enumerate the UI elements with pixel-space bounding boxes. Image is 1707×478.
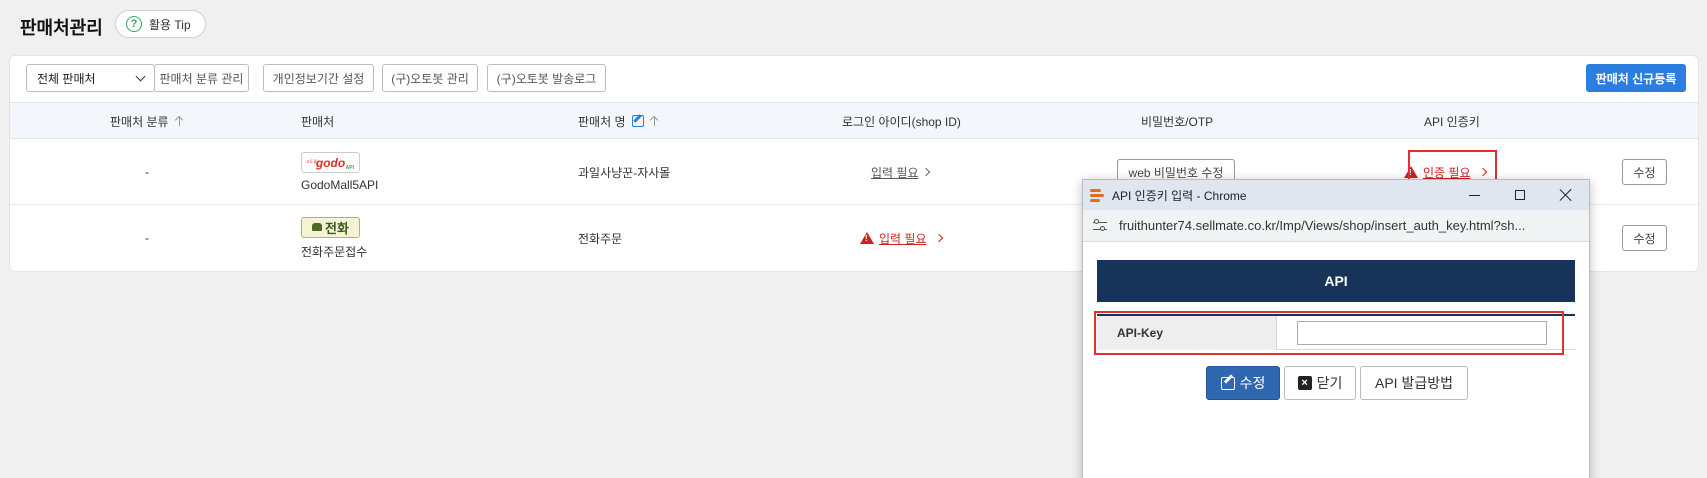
login-id-input-link[interactable]: 입력 필요 xyxy=(879,230,927,247)
seller-label: GodoMall5API xyxy=(301,178,379,192)
app-logo-icon xyxy=(1090,187,1106,203)
phone-icon xyxy=(312,223,323,231)
close-window-button[interactable] xyxy=(1543,180,1589,210)
godomall-logo: 고도몰 godo API xyxy=(301,152,360,173)
help-icon: ? xyxy=(126,16,142,32)
tip-label: 활용 Tip xyxy=(149,17,191,32)
edit-button[interactable]: 수정 xyxy=(1622,159,1667,185)
row-seller-name: 전화주문 xyxy=(578,231,623,246)
old-autobot-log-button[interactable]: (구)오토봇 발송로그 xyxy=(487,64,606,92)
popup-address-bar[interactable]: fruithunter74.sellmate.co.kr/Imp/Views/s… xyxy=(1083,210,1589,242)
seller-label: 전화주문접수 xyxy=(301,244,368,259)
popup-url: fruithunter74.sellmate.co.kr/Imp/Views/s… xyxy=(1119,218,1526,233)
header-login-id-label: 로그인 아이디(shop ID) xyxy=(842,114,961,129)
old-autobot-manage-button[interactable]: (구)오토봇 관리 xyxy=(382,64,478,92)
row-login-id[interactable]: 입력 필요 xyxy=(860,205,943,271)
chevron-right-icon xyxy=(921,167,930,177)
sort-up-icon xyxy=(650,115,660,127)
row-login-id[interactable]: 입력 필요 xyxy=(871,139,930,205)
maximize-icon xyxy=(1515,190,1525,200)
header-api-key-label: API 인증키 xyxy=(1424,114,1480,129)
seller-filter-value: 전체 판매처 xyxy=(37,71,96,86)
popup-title: API 인증키 입력 - Chrome xyxy=(1112,188,1247,203)
row-category: - xyxy=(145,231,149,245)
page-title: 판매처관리 xyxy=(20,18,103,38)
header-seller-label: 판매처 xyxy=(301,114,335,129)
edit-button[interactable]: 수정 xyxy=(1622,225,1667,251)
popup-header: API xyxy=(1097,260,1575,302)
header-api-key: API 인증키 xyxy=(1424,103,1480,139)
row-category: - xyxy=(145,165,149,179)
godomall-logo-small-text: 고도몰 xyxy=(306,159,318,164)
header-seller-name[interactable]: 판매처 명 xyxy=(578,103,660,139)
api-key-popup-window: API 인증키 입력 - Chrome fruithunter74.sellma… xyxy=(1082,179,1590,478)
row-edit: 수정 xyxy=(1622,205,1667,271)
seller-category-manage-button[interactable]: 판매처 분류 관리 xyxy=(154,64,249,92)
header-seller-name-label: 판매처 명 xyxy=(578,114,626,129)
site-info-icon[interactable] xyxy=(1093,218,1107,232)
api-key-field-highlight-box xyxy=(1094,311,1564,355)
header-password-label: 비밀번호/OTP xyxy=(1141,114,1214,129)
godomall-logo-text: godo xyxy=(315,155,346,170)
save-button-label: 수정 xyxy=(1239,375,1266,391)
login-id-input-link[interactable]: 입력 필요 xyxy=(871,164,919,181)
warning-icon xyxy=(860,232,874,244)
row-seller: 고도몰 godo API GodoMall5API xyxy=(301,139,378,205)
header-password: 비밀번호/OTP xyxy=(1141,103,1213,139)
close-icon xyxy=(1559,188,1573,202)
sort-up-icon xyxy=(175,115,185,127)
header-seller: 판매처 xyxy=(301,103,334,139)
close-box-icon: × xyxy=(1297,376,1312,390)
maximize-button[interactable] xyxy=(1497,180,1543,210)
new-seller-register-button[interactable]: 판매처 신규등록 xyxy=(1586,64,1686,92)
save-button[interactable]: 수정 xyxy=(1206,366,1280,400)
chevron-down-icon xyxy=(135,71,146,81)
edit-icon xyxy=(1220,376,1235,390)
privacy-period-setting-button[interactable]: 개인정보기간 설정 xyxy=(263,64,374,92)
header-category-label: 판매처 분류 xyxy=(110,114,169,129)
minimize-icon xyxy=(1468,194,1480,196)
header-category[interactable]: 판매처 분류 xyxy=(110,103,185,139)
phone-logo-text: 전화 xyxy=(325,220,349,236)
chevron-right-icon xyxy=(934,233,943,243)
row-edit: 수정 xyxy=(1622,139,1667,205)
row-seller-name: 과일사냥꾼-자사몰 xyxy=(578,165,671,180)
phone-order-logo: 전화 xyxy=(301,216,360,238)
row-seller: 전화 전화주문접수 xyxy=(301,205,367,271)
seller-filter-select[interactable]: 전체 판매처 xyxy=(26,64,155,92)
godomall-logo-api-text: API xyxy=(345,165,354,171)
toolbar: 전체 판매처 판매처 분류 관리 개인정보기간 설정 (구)오토봇 관리 (구)… xyxy=(10,56,1698,102)
header-login-id: 로그인 아이디(shop ID) xyxy=(842,103,961,139)
api-issue-guide-button[interactable]: API 발급방법 xyxy=(1360,366,1468,400)
usage-tip-button[interactable]: ? 활용 Tip xyxy=(115,10,206,38)
edit-icon[interactable] xyxy=(631,115,644,127)
close-button[interactable]: × 닫기 xyxy=(1284,366,1356,400)
close-button-label: 닫기 xyxy=(1316,375,1343,391)
table-header: 판매처 분류 판매처 판매처 명 로그인 아이디(shop ID) 비밀번호/O… xyxy=(10,102,1698,139)
minimize-button[interactable] xyxy=(1451,180,1497,210)
popup-title-bar[interactable]: API 인증키 입력 - Chrome xyxy=(1083,180,1589,210)
